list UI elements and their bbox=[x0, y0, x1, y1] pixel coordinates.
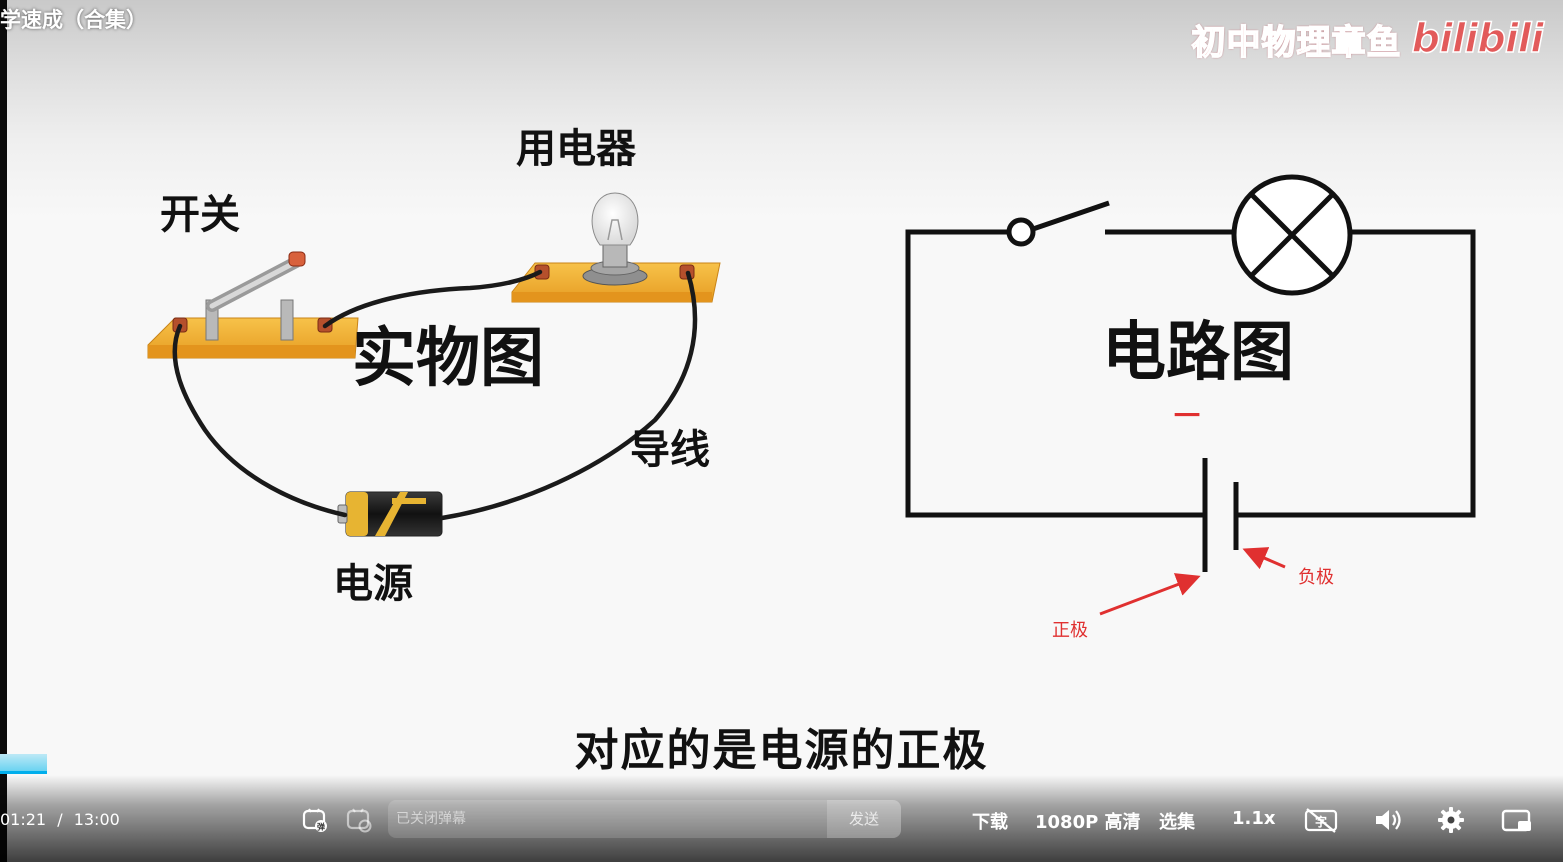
time-separator: / bbox=[57, 810, 63, 829]
label-positive: 正极 bbox=[1052, 620, 1088, 641]
label-circuit-diagram: 电路图 bbox=[1102, 316, 1294, 390]
progress-line bbox=[0, 771, 48, 774]
progress-bar[interactable] bbox=[0, 754, 1563, 774]
label-power: 电源 bbox=[333, 561, 413, 607]
picture-in-picture-icon[interactable] bbox=[1500, 806, 1534, 834]
label-real-diagram: 实物图 bbox=[352, 322, 544, 396]
annotation-arrows bbox=[1099, 547, 1286, 616]
label-negative: 负极 bbox=[1298, 567, 1334, 588]
quality-selector[interactable]: 1080P 高清 bbox=[1035, 808, 1141, 834]
danmaku-settings-icon[interactable] bbox=[345, 806, 373, 834]
label-switch: 开关 bbox=[160, 192, 240, 238]
label-wire: 导线 bbox=[630, 427, 710, 473]
lamp-device bbox=[511, 192, 721, 303]
switch-device bbox=[147, 251, 359, 359]
subtitle-off-icon[interactable]: 字 bbox=[1303, 806, 1339, 834]
current-time: 01:21 bbox=[0, 810, 47, 829]
battery-device bbox=[337, 491, 443, 537]
video-frame[interactable]: 学速成（合集） 初中物理章鱼 bilibili 用电器 开关 实物图 导线 电源… bbox=[0, 0, 1563, 862]
label-appliance: 用电器 bbox=[516, 126, 637, 172]
svg-text:弹: 弹 bbox=[317, 822, 325, 832]
duration: 13:00 bbox=[73, 810, 120, 829]
episodes-button[interactable]: 选集 bbox=[1159, 808, 1195, 834]
download-button[interactable]: 下载 bbox=[972, 808, 1008, 834]
send-button[interactable]: 发送 bbox=[827, 800, 901, 838]
speed-selector[interactable]: 1.1x bbox=[1232, 808, 1276, 829]
volume-icon[interactable] bbox=[1373, 806, 1403, 834]
danmaku-input[interactable]: 已关闭弹幕 bbox=[388, 800, 827, 838]
danmaku-toggle-icon[interactable]: 弹 bbox=[301, 806, 329, 834]
time-display: 01:21 / 13:00 bbox=[0, 810, 120, 829]
settings-gear-icon[interactable] bbox=[1436, 805, 1466, 835]
red-mark: 一 bbox=[1174, 402, 1200, 432]
